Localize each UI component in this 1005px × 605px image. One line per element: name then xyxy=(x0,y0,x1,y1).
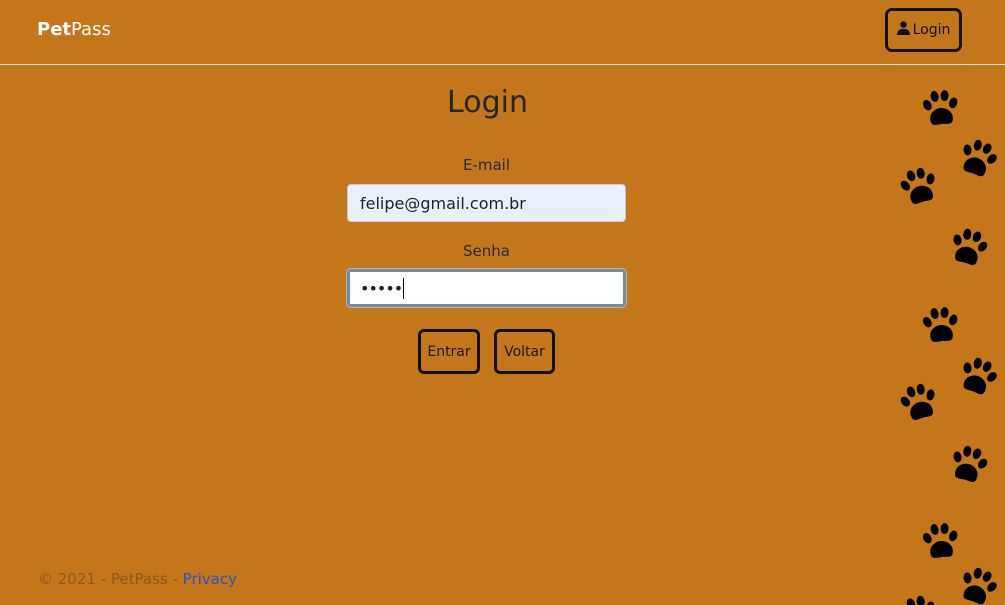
email-label: E-mail xyxy=(462,156,511,174)
page-title: Login xyxy=(447,85,528,120)
paw-print-icon xyxy=(896,88,1003,605)
brand-logo-link[interactable]: PetPass xyxy=(37,19,111,41)
password-field[interactable]: ••••• xyxy=(347,269,626,307)
footer-copyright: © 2021 - PetPass - xyxy=(38,570,183,588)
user-icon xyxy=(896,21,910,39)
nav-login-button[interactable]: Login xyxy=(885,8,962,52)
back-button[interactable]: Voltar xyxy=(494,329,555,374)
email-field[interactable]: felipe@gmail.com.br xyxy=(347,184,626,222)
password-value: ••••• xyxy=(360,278,403,298)
submit-button[interactable]: Entrar xyxy=(418,329,480,374)
email-value: felipe@gmail.com.br xyxy=(360,193,526,213)
privacy-link[interactable]: Privacy xyxy=(183,570,237,588)
paw-trail-decoration xyxy=(890,78,1005,605)
footer: © 2021 - PetPass - Privacy xyxy=(38,569,237,589)
password-label: Senha xyxy=(463,242,510,260)
nav-login-label: Login xyxy=(912,22,951,38)
navbar: PetPass Login xyxy=(0,0,1005,65)
brand-pass-text: Pass xyxy=(71,19,111,40)
text-caret xyxy=(403,277,405,299)
brand-pet-text: Pet xyxy=(37,19,72,40)
